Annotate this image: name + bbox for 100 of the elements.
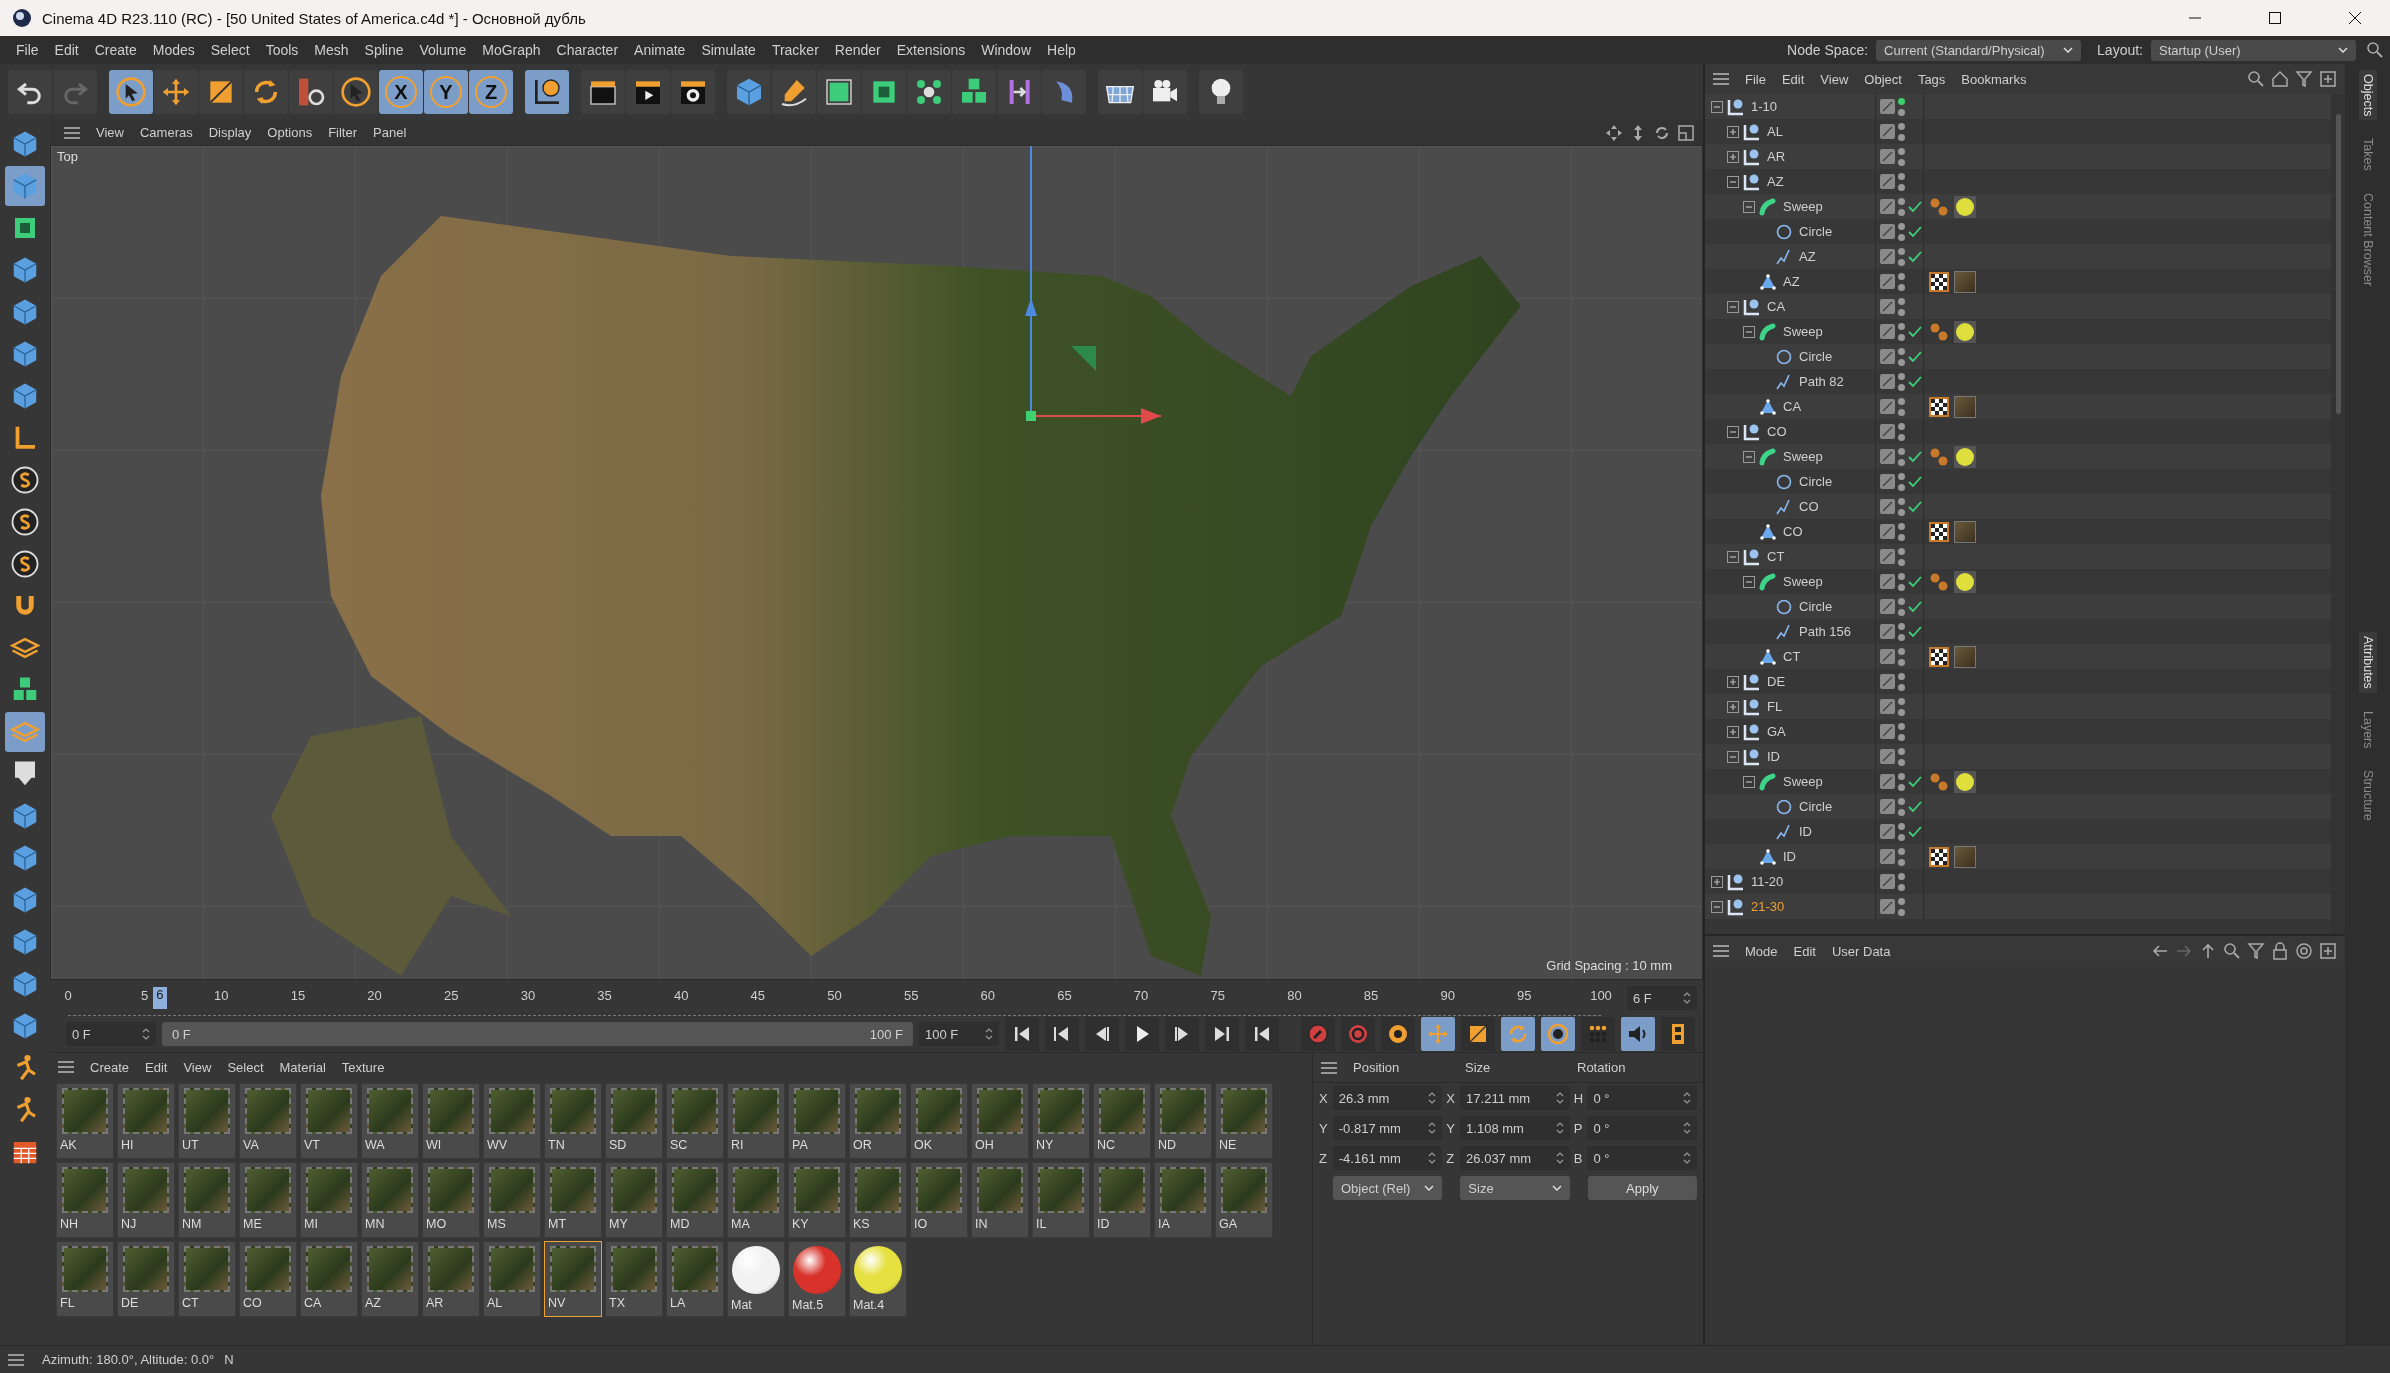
- swatch-tile[interactable]: AK: [56, 1083, 114, 1159]
- menu-item[interactable]: File: [8, 42, 47, 58]
- swatch-tile[interactable]: WA: [361, 1083, 419, 1159]
- swatch-tile[interactable]: NH: [56, 1162, 114, 1238]
- pencil-icon[interactable]: [1880, 799, 1895, 814]
- pencil-icon[interactable]: [1880, 349, 1895, 364]
- object-name[interactable]: CO: [1767, 424, 1787, 439]
- pencil-icon[interactable]: [1880, 524, 1895, 539]
- swatch-tile[interactable]: CA: [300, 1241, 358, 1317]
- expand-icon[interactable]: [1727, 725, 1739, 738]
- swatch-tile[interactable]: GA: [1215, 1162, 1273, 1238]
- filter-icon[interactable]: [2295, 70, 2313, 88]
- menu-item[interactable]: MoGraph: [474, 42, 549, 58]
- check-icon[interactable]: [1908, 624, 1922, 639]
- film-icon[interactable]: [1661, 1017, 1695, 1051]
- position-field[interactable]: 26.3 mm: [1332, 1086, 1443, 1110]
- pencil-icon[interactable]: [1880, 649, 1895, 664]
- position-field[interactable]: -4.161 mm: [1332, 1146, 1443, 1170]
- object-name[interactable]: Path 82: [1799, 374, 1844, 389]
- render-dot[interactable]: [1898, 733, 1905, 741]
- menu-item[interactable]: Mode: [1737, 943, 1786, 959]
- object-name[interactable]: Circle: [1799, 474, 1833, 489]
- render-dot[interactable]: [1898, 533, 1905, 541]
- swatch-tile[interactable]: MS: [483, 1162, 541, 1238]
- spinner-arrows-icon[interactable]: [1428, 1091, 1437, 1105]
- pencil-icon[interactable]: [1880, 849, 1895, 864]
- start-frame-field[interactable]: 0 F: [66, 1022, 156, 1046]
- size-field[interactable]: 26.037 mm: [1460, 1146, 1570, 1170]
- swatch-tile[interactable]: MD: [666, 1162, 724, 1238]
- search-icon[interactable]: [2247, 70, 2265, 88]
- object-name[interactable]: CO: [1799, 499, 1819, 514]
- pencil-icon[interactable]: [1880, 699, 1895, 714]
- render-dot[interactable]: [1898, 783, 1905, 791]
- check-icon[interactable]: [1908, 349, 1922, 364]
- check-icon[interactable]: [1908, 574, 1922, 589]
- visibility-dot[interactable]: [1898, 422, 1905, 430]
- visibility-dot[interactable]: [1898, 372, 1905, 380]
- render-dot[interactable]: [1898, 633, 1905, 641]
- check-icon[interactable]: [1908, 449, 1922, 464]
- caret-icon[interactable]: [2338, 47, 2348, 53]
- pencil-icon[interactable]: [1880, 149, 1895, 164]
- visibility-dot[interactable]: [1898, 97, 1905, 105]
- extrude-cube-icon[interactable]: [862, 70, 906, 114]
- material-sphere-icon[interactable]: [1954, 195, 1976, 218]
- render-dot[interactable]: [1898, 508, 1905, 516]
- swatch-tile[interactable]: NJ: [117, 1162, 175, 1238]
- object-name[interactable]: AZ: [1799, 249, 1816, 264]
- object-name[interactable]: CA: [1767, 299, 1786, 314]
- visibility-dot[interactable]: [1898, 822, 1905, 830]
- pencil-icon[interactable]: [1880, 274, 1895, 289]
- pencil-icon[interactable]: [1880, 174, 1895, 189]
- check-icon[interactable]: [1908, 374, 1922, 389]
- layout-dropdown[interactable]: Startup (User): [2151, 39, 2356, 61]
- rotation-field[interactable]: 0 °: [1587, 1086, 1697, 1110]
- menu-item[interactable]: Animate: [626, 42, 694, 58]
- playhead[interactable]: 6: [152, 987, 167, 1009]
- menu-item[interactable]: Panel: [365, 125, 415, 140]
- swatch-tile[interactable]: KS: [849, 1162, 907, 1238]
- swatch-tile[interactable]: IN: [971, 1162, 1029, 1238]
- visibility-dot[interactable]: [1898, 672, 1905, 680]
- swatch-tile[interactable]: Mat.5: [788, 1241, 846, 1317]
- filter-icon[interactable]: [2247, 942, 2265, 960]
- swatch-tile[interactable]: MT: [544, 1162, 602, 1238]
- side-tab[interactable]: Objects: [2358, 70, 2377, 121]
- visibility-dot[interactable]: [1898, 147, 1905, 155]
- swatch-tile[interactable]: NV: [544, 1241, 602, 1317]
- menu-item[interactable]: Create: [82, 1059, 138, 1075]
- object-name[interactable]: Sweep: [1783, 774, 1823, 789]
- render-dot[interactable]: [1898, 333, 1905, 341]
- pencil-icon[interactable]: [1880, 574, 1895, 589]
- swatch-tile[interactable]: IA: [1154, 1162, 1212, 1238]
- render-dot[interactable]: [1898, 283, 1905, 291]
- swatch-tile[interactable]: OH: [971, 1083, 1029, 1159]
- render-dot[interactable]: [1898, 658, 1905, 666]
- coordinate-mode-dropdown[interactable]: Object (Rel): [1333, 1176, 1443, 1200]
- collapse-icon[interactable]: [1727, 550, 1739, 563]
- floor-grid-icon[interactable]: [1098, 70, 1142, 114]
- swatch-tile[interactable]: MO: [422, 1162, 480, 1238]
- render-dot[interactable]: [1898, 258, 1905, 266]
- object-name[interactable]: CT: [1783, 649, 1801, 664]
- visibility-dot[interactable]: [1898, 647, 1905, 655]
- visibility-dot[interactable]: [1898, 447, 1905, 455]
- check-icon[interactable]: [1908, 199, 1922, 214]
- swatch-tile[interactable]: AL: [483, 1241, 541, 1317]
- visibility-dot[interactable]: [1898, 897, 1905, 905]
- previous-frame-icon[interactable]: [1085, 1017, 1119, 1051]
- swatch-tile[interactable]: ND: [1154, 1083, 1212, 1159]
- menu-icon[interactable]: [1713, 73, 1729, 85]
- visibility-dot[interactable]: [1898, 522, 1905, 530]
- pencil-icon[interactable]: [1880, 899, 1895, 914]
- pencil-icon[interactable]: [1880, 449, 1895, 464]
- object-name[interactable]: Sweep: [1783, 449, 1823, 464]
- menu-item[interactable]: Mesh: [306, 42, 357, 58]
- visibility-dot[interactable]: [1898, 222, 1905, 230]
- visibility-dot[interactable]: [1898, 572, 1905, 580]
- visibility-dot[interactable]: [1898, 797, 1905, 805]
- visibility-dot[interactable]: [1898, 472, 1905, 480]
- render-play-icon[interactable]: [626, 70, 670, 114]
- pencil-icon[interactable]: [1880, 724, 1895, 739]
- rotation-field[interactable]: 0 °: [1587, 1146, 1697, 1170]
